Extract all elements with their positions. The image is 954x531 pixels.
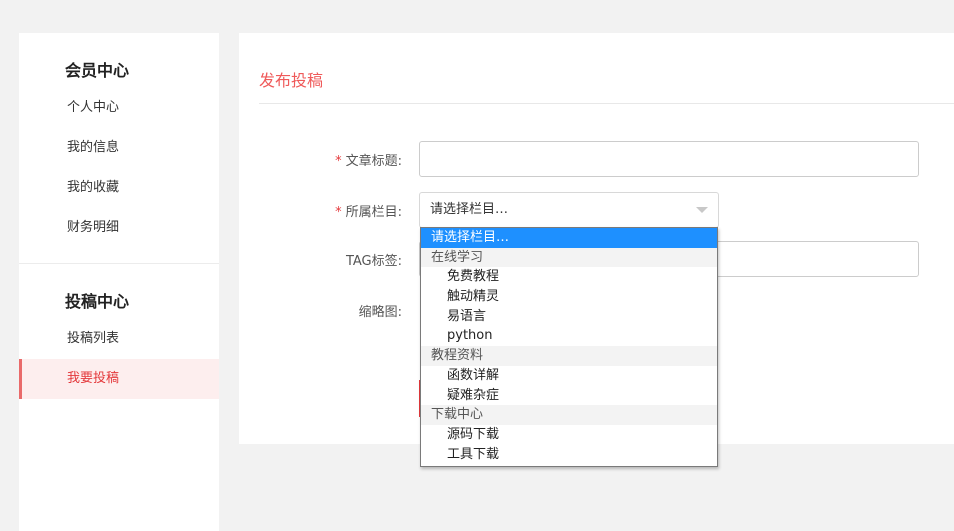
required-mark: * [335, 205, 342, 220]
dropdown-option-source-download[interactable]: 源码下载 [421, 425, 717, 445]
sidebar-item-finance-details[interactable]: 财务明细 [19, 208, 219, 248]
dropdown-option-tool-download[interactable]: 工具下载 [421, 445, 717, 465]
category-dropdown-list[interactable]: 请选择栏目… 在线学习 免费教程 触动精灵 易语言 python 教程资料 函数… [420, 227, 718, 467]
sidebar-item-submission-list[interactable]: 投稿列表 [19, 319, 219, 359]
submission-center-title: 投稿中心 [65, 292, 130, 311]
title-divider [259, 103, 954, 104]
thumbnail-field-label: 缩略图: [358, 305, 402, 320]
dropdown-group-tutorial-materials: 教程资料 [421, 346, 717, 366]
tag-field-label: TAG标签: [345, 254, 402, 269]
sidebar: 会员中心 个人中心 我的信息 我的收藏 财务明细 投稿中心 投稿列表 我要投稿 [19, 33, 219, 531]
required-mark: * [335, 154, 342, 169]
dropdown-option-touch-sprite[interactable]: 触动精灵 [421, 287, 717, 307]
title-label-text: 文章标题: [345, 154, 402, 169]
member-center-title: 会员中心 [65, 61, 130, 80]
category-field-label: * 所属栏目: [335, 201, 402, 220]
sidebar-divider [19, 263, 219, 264]
sidebar-item-my-info[interactable]: 我的信息 [19, 128, 219, 168]
title-field-label: * 文章标题: [335, 150, 402, 169]
dropdown-option-easy-language[interactable]: 易语言 [421, 307, 717, 327]
chevron-down-icon [696, 207, 708, 213]
sidebar-item-personal-center[interactable]: 个人中心 [19, 88, 219, 128]
sidebar-item-my-favorites[interactable]: 我的收藏 [19, 168, 219, 208]
dropdown-group-online-learning: 在线学习 [421, 247, 717, 268]
dropdown-option-placeholder[interactable]: 请选择栏目… [421, 228, 717, 248]
category-select[interactable]: 请选择栏目… [419, 192, 719, 228]
category-label-text: 所属栏目: [345, 205, 402, 220]
dropdown-option-free-tutorials[interactable]: 免费教程 [421, 267, 717, 287]
dropdown-option-function-details[interactable]: 函数详解 [421, 366, 717, 386]
dropdown-option-troubleshooting[interactable]: 疑难杂症 [421, 386, 717, 406]
dropdown-option-python[interactable]: python [421, 326, 717, 346]
dropdown-group-download-center: 下载中心 [421, 405, 717, 425]
category-select-value: 请选择栏目… [430, 202, 509, 217]
page-title: 发布投稿 [259, 71, 324, 90]
sidebar-item-new-submission[interactable]: 我要投稿 [19, 359, 219, 399]
title-input[interactable] [419, 141, 919, 177]
